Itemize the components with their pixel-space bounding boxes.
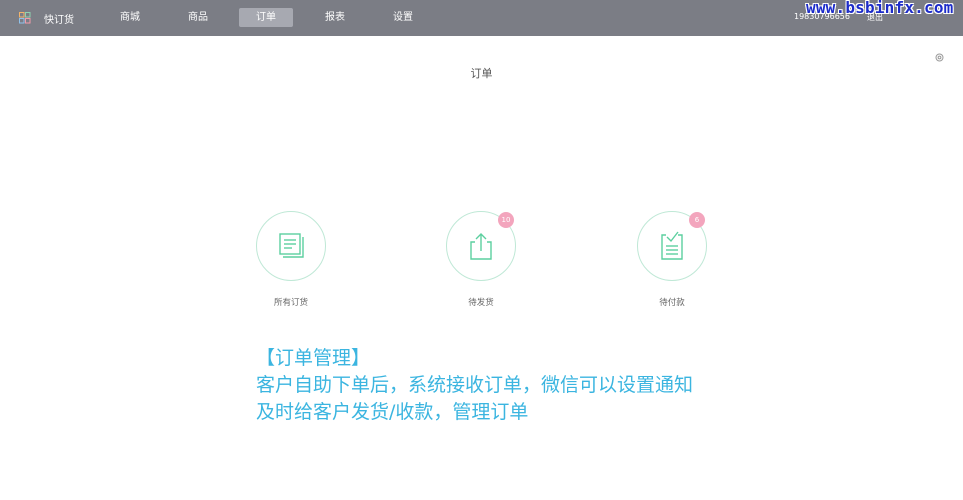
card-all-orders-circle[interactable] [256, 211, 326, 281]
nav-item-reports[interactable]: 报表 [308, 8, 362, 27]
promo-line: 客户自助下单后，系统接收订单，微信可以设置通知 [256, 374, 694, 396]
page-title: 订单 [470, 67, 493, 80]
promo-caption: 【订单管理】 客户自助下单后，系统接收订单，微信可以设置通知 及时给客户发货/收… [256, 345, 756, 426]
pending-shipment-count-badge: 10 [498, 212, 514, 228]
promo-line: 及时给客户发货/收款，管理订单 [256, 401, 529, 423]
app-logo-icon [19, 12, 31, 24]
share-upload-icon [470, 233, 492, 260]
document-icon [279, 233, 304, 258]
checklist-icon [661, 231, 683, 260]
nav-item-settings[interactable]: 设置 [376, 8, 430, 27]
card-label: 待付款 [659, 298, 685, 308]
nav-item-products[interactable]: 商品 [171, 8, 225, 27]
site-watermark: www.bsbinfx.com [806, 0, 954, 17]
nav-item-mall[interactable]: 商城 [103, 8, 157, 27]
brand-name[interactable]: 快订货 [44, 11, 74, 26]
gear-icon[interactable] [935, 53, 944, 62]
pending-payment-count-badge: 6 [689, 212, 705, 228]
promo-title: 【订单管理】 [256, 347, 371, 369]
card-label: 所有订货 [273, 298, 308, 308]
nav-item-orders[interactable]: 订单 [239, 8, 293, 27]
card-label: 待发货 [468, 298, 494, 308]
